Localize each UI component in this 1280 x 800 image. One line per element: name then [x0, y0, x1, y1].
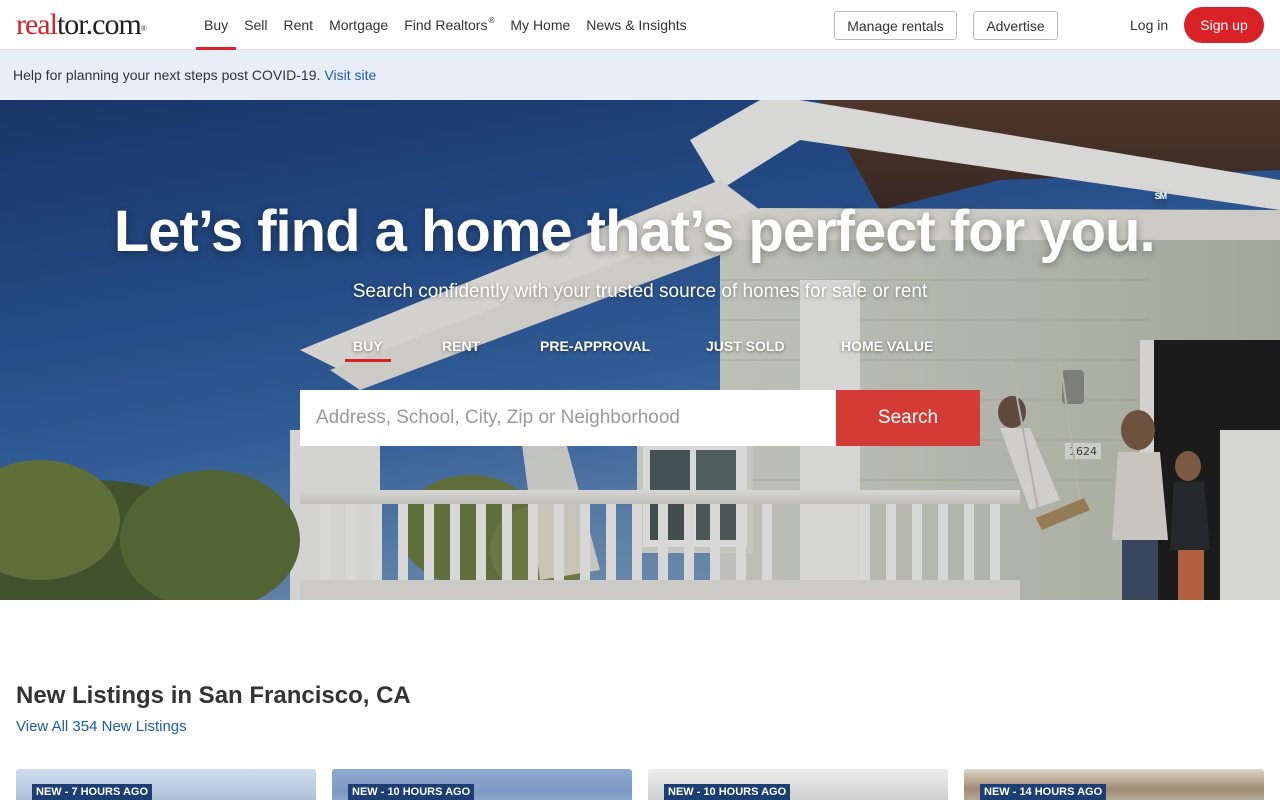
- nav-label: Find Realtors: [404, 17, 488, 33]
- realtor-logo[interactable]: realtor.com®: [16, 8, 147, 41]
- search-input[interactable]: [300, 390, 836, 446]
- visit-site-link[interactable]: Visit site: [324, 67, 376, 83]
- nav-label: Sell: [244, 17, 268, 33]
- hero-section: 1624 Let’s find a home that’s perfect fo…: [0, 100, 1280, 600]
- nav-item-sell[interactable]: Sell: [236, 0, 275, 50]
- hero-title: Let’s find a home that’s perfect for you…: [0, 191, 1280, 265]
- nav-item-find-realtors[interactable]: Find Realtors ®: [396, 0, 502, 50]
- hero-title-text: Let’s find a home that’s perfect for you…: [113, 199, 1156, 264]
- listing-card[interactable]: NEW - 10 HOURS AGO: [332, 769, 632, 800]
- nav-label: Rent: [283, 17, 314, 33]
- nav-label: Mortgage: [329, 17, 389, 33]
- tab-just-sold[interactable]: JUST SOLD: [706, 338, 785, 362]
- top-header: realtor.com® Buy Sell Rent Mortgage Find…: [0, 0, 1280, 50]
- nav-item-rent[interactable]: Rent: [275, 0, 321, 50]
- new-listing-badge: NEW - 10 HOURS AGO: [664, 784, 791, 800]
- listing-card[interactable]: NEW - 10 HOURS AGO: [648, 769, 948, 800]
- advertise-button[interactable]: Advertise: [973, 11, 1058, 40]
- registered-mark: ®: [488, 15, 495, 25]
- nav-label: My Home: [510, 17, 571, 33]
- new-listing-badge: NEW - 7 HOURS AGO: [32, 784, 153, 800]
- hero-subtitle: Search confidently with your trusted sou…: [352, 281, 928, 302]
- covid-banner: Help for planning your next steps post C…: [0, 50, 1280, 100]
- banner-text: Help for planning your next steps post C…: [13, 67, 321, 83]
- nav-label: Buy: [204, 17, 229, 33]
- logo-red-part: real: [16, 8, 58, 41]
- search-button[interactable]: Search: [836, 390, 980, 446]
- service-mark: SM: [1154, 190, 1167, 201]
- logo-registered-mark: ®: [140, 24, 147, 33]
- logo-rest-part: tor.com: [56, 8, 142, 41]
- nav-item-news-insights[interactable]: News & Insights: [578, 0, 694, 50]
- nav-label: News & Insights: [586, 17, 687, 33]
- tab-rent[interactable]: RENT: [442, 338, 480, 362]
- nav-item-buy[interactable]: Buy: [196, 0, 237, 50]
- listing-card[interactable]: NEW - 14 HOURS AGO: [964, 769, 1264, 800]
- new-listing-badge: NEW - 14 HOURS AGO: [980, 784, 1107, 800]
- new-listing-badge: NEW - 10 HOURS AGO: [348, 784, 475, 800]
- signup-button[interactable]: Sign up: [1184, 7, 1264, 43]
- new-listings-title: New Listings in San Francisco, CA: [16, 682, 411, 709]
- view-all-listings-link[interactable]: View All 354 New Listings: [16, 718, 187, 735]
- listing-card[interactable]: NEW - 7 HOURS AGO: [16, 769, 316, 800]
- tab-pre-approval[interactable]: PRE-APPROVAL: [540, 338, 650, 362]
- manage-rentals-button[interactable]: Manage rentals: [834, 11, 957, 40]
- nav-item-my-home[interactable]: My Home: [502, 0, 578, 50]
- login-link[interactable]: Log in: [1130, 17, 1168, 33]
- search-type-tabs: BUY RENT PRE-APPROVAL JUST SOLD HOME VAL…: [0, 338, 1280, 368]
- main-nav: Buy Sell Rent Mortgage Find Realtors ® My…: [196, 0, 695, 50]
- nav-item-mortgage[interactable]: Mortgage: [321, 0, 396, 50]
- tab-buy[interactable]: BUY: [345, 338, 391, 362]
- tab-home-value[interactable]: HOME VALUE: [841, 338, 933, 362]
